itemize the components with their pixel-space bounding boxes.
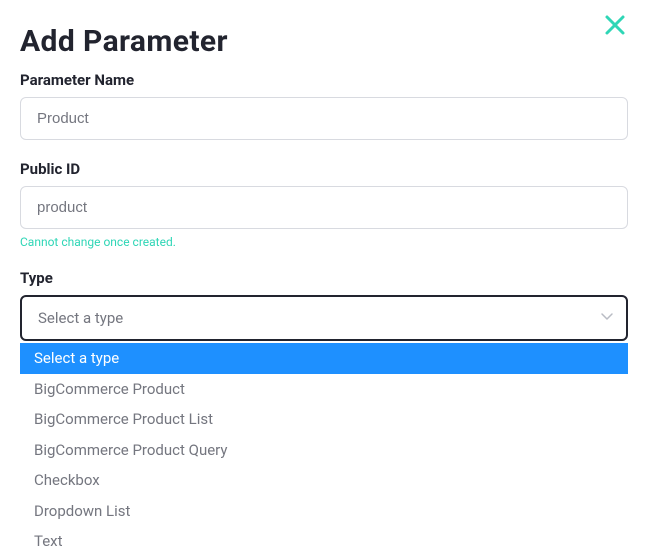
type-option[interactable]: Checkbox <box>20 465 628 496</box>
field-public-id: Public ID Cannot change once created. <box>20 160 628 249</box>
dialog-title: Add Parameter <box>20 24 628 59</box>
public-id-input[interactable] <box>20 186 628 229</box>
label-type: Type <box>20 269 628 287</box>
label-parameter-name: Parameter Name <box>20 71 628 89</box>
type-select-value: Select a type <box>38 309 123 327</box>
close-icon <box>604 14 626 36</box>
type-option[interactable]: BigCommerce Product <box>20 374 628 405</box>
type-option[interactable]: Text <box>20 526 628 557</box>
type-option[interactable]: Dropdown List <box>20 496 628 527</box>
type-option[interactable]: Select a type <box>20 343 628 374</box>
type-option[interactable]: BigCommerce Product List <box>20 404 628 435</box>
chevron-down-icon <box>600 309 614 327</box>
public-id-hint: Cannot change once created. <box>20 235 628 249</box>
label-public-id: Public ID <box>20 160 628 178</box>
field-parameter-name: Parameter Name <box>20 71 628 140</box>
field-type: Type Select a type Select a typeBigComme… <box>20 269 628 341</box>
close-button[interactable] <box>600 10 630 40</box>
type-dropdown: Select a typeBigCommerce ProductBigComme… <box>20 343 628 557</box>
type-select[interactable]: Select a type <box>20 295 628 341</box>
type-option[interactable]: BigCommerce Product Query <box>20 435 628 466</box>
parameter-name-input[interactable] <box>20 97 628 140</box>
